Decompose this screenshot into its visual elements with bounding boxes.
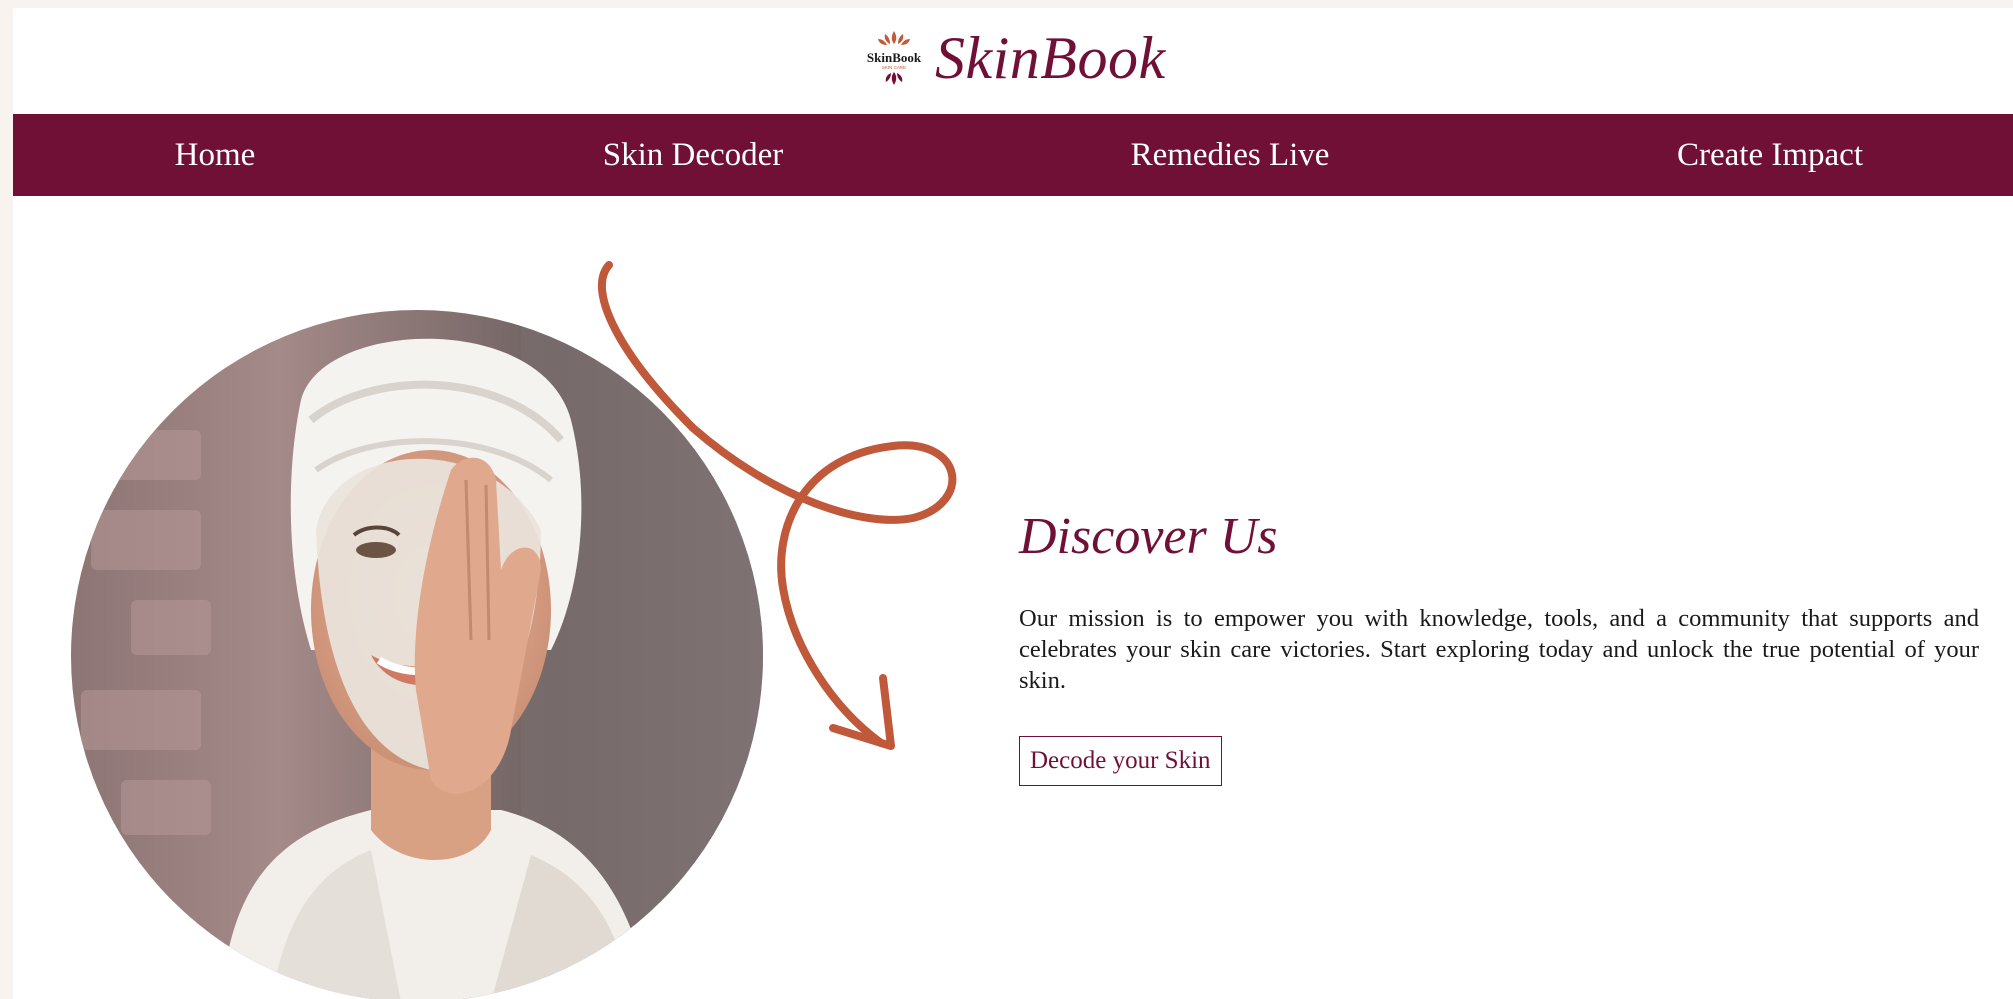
page: SkinBook SKIN CARE SkinBook Home Skin De…: [13, 8, 2013, 999]
section-heading: Discover Us: [1019, 508, 1278, 565]
hero-photo: [71, 310, 763, 999]
nav-item-home[interactable]: Home: [175, 114, 256, 196]
nav-item-create-impact[interactable]: Create Impact: [1677, 114, 1863, 196]
hero-content: Discover Us Our mission is to empower yo…: [1019, 508, 1979, 787]
woman-face-mask-photo: [71, 310, 763, 999]
nav-item-skin-decoder[interactable]: Skin Decoder: [603, 114, 784, 196]
nav-item-remedies-live[interactable]: Remedies Live: [1131, 114, 1330, 196]
brand-name: SkinBook: [935, 25, 1166, 91]
logo[interactable]: SkinBook SKIN CARE SkinBook: [863, 18, 1166, 98]
logo-text: SkinBook: [867, 50, 922, 65]
main-nav: Home Skin Decoder Remedies Live Create I…: [13, 114, 2013, 196]
lotus-logo-icon: SkinBook SKIN CARE: [867, 31, 922, 85]
mission-text: Our mission is to empower you with knowl…: [1019, 605, 1979, 695]
logo-subtext: SKIN CARE: [882, 65, 906, 70]
decode-skin-button[interactable]: Decode your Skin: [1019, 736, 1222, 787]
site-header: SkinBook SKIN CARE SkinBook: [13, 8, 2013, 114]
